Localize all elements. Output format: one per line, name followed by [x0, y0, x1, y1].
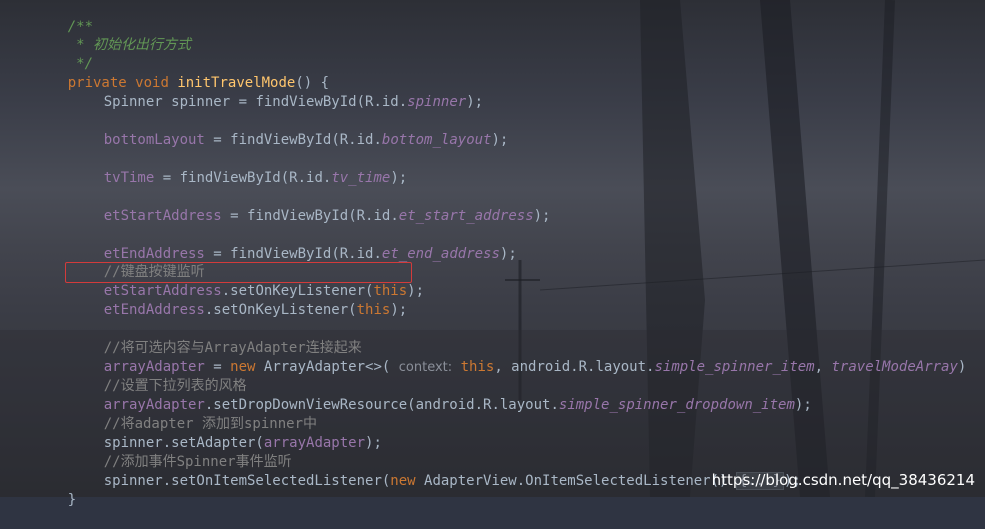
code-token: ); — [794, 397, 812, 413]
code-line-end-key-listener: etEndAddress.setOnKeyListener(this); — [70, 282, 407, 318]
resource-id: simple_spinner_dropdown_item — [558, 397, 795, 413]
code-token: ); — [466, 94, 484, 110]
method-close-brace: } — [34, 472, 76, 508]
resource-id: et_start_address — [398, 208, 534, 224]
code-line-array-adapter: arrayAdapter = new ArrayAdapter<>( conte… — [70, 339, 967, 375]
code-line-3: */ — [34, 36, 93, 72]
code-token: findViewById — [230, 246, 332, 262]
code-line-end-address: etEndAddress = findViewById(R.id.et_end_… — [70, 226, 517, 262]
code-editor[interactable]: /** * 初始化出行方式 */ private void initTravel… — [0, 0, 985, 508]
code-token: AdapterView.OnItemSelectedListener() — [415, 473, 736, 489]
code-line-set-adapter: spinner.setAdapter(arrayAdapter); — [70, 415, 382, 451]
resource-id: spinner — [407, 94, 467, 110]
parameter-hint: context: — [398, 360, 453, 375]
code-line-bottom-layout: bottomLayout = findViewById(R.id.bottom_… — [70, 112, 509, 148]
code-line-1: /** — [34, 0, 93, 35]
comment-event: //添加事件Spinner事件监听 — [70, 434, 292, 470]
red-highlight-box — [65, 262, 412, 283]
code-token: ); — [390, 170, 408, 186]
code-line-2: * 初始化出行方式 — [34, 17, 191, 53]
code-token: spinner.setOnItemSelectedListener( — [103, 473, 391, 489]
code-token: ) — [957, 359, 967, 375]
resource-id: tv_time — [331, 170, 391, 186]
code-token: findViewById — [179, 170, 281, 186]
comment-keyboard: //键盘按键监听 — [70, 244, 205, 280]
resource-id: et_end_address — [381, 246, 500, 262]
code-token: = — [154, 170, 180, 186]
field-name: bottomLayout — [103, 132, 205, 148]
field-name: tvTime — [103, 170, 155, 186]
code-token: (R.id. — [356, 94, 408, 110]
code-token: findViewById — [230, 132, 332, 148]
watermark-text: https://blog.csdn.net/qq_38436214 — [711, 471, 975, 489]
code-token: } — [67, 492, 77, 508]
code-token: .setOnKeyListener( — [204, 302, 357, 318]
code-token: , android.R.layout. — [494, 359, 655, 375]
comment-add: //将adapter 添加到spinner中 — [70, 396, 317, 432]
field-name: etStartAddress — [103, 208, 222, 224]
code-line-spinner: Spinner spinner = findViewById(R.id.spin… — [70, 74, 483, 110]
code-token: ); — [533, 208, 551, 224]
keyword-this: this — [356, 302, 391, 318]
code-token: (R.id. — [280, 170, 332, 186]
code-token: findViewById — [255, 94, 357, 110]
code-line-dropdown: arrayAdapter.setDropDownViewResource(and… — [70, 377, 812, 413]
code-line-start-address: etStartAddress = findViewById(R.id.et_st… — [70, 188, 551, 224]
code-token: (R.id. — [331, 132, 382, 148]
code-token: , — [814, 359, 832, 375]
code-line-tv-time: tvTime = findViewById(R.id.tv_time); — [70, 150, 407, 186]
code-token: ); — [491, 132, 509, 148]
code-token: ); — [365, 435, 382, 451]
code-token: ); — [390, 302, 408, 318]
field-name: travelModeArray — [831, 359, 958, 375]
code-line-item-listener: spinner.setOnItemSelectedListener(new Ad… — [70, 453, 801, 490]
code-token: (R.id. — [331, 246, 382, 262]
keyword-new: new — [390, 473, 416, 489]
resource-id: bottom_layout — [381, 132, 492, 148]
comment-connect: //将可选内容与ArrayAdapter连接起来 — [70, 320, 362, 356]
code-token: (R.id. — [348, 208, 399, 224]
code-token: ArrayAdapter<>( — [255, 359, 399, 375]
code-token: ); — [499, 246, 517, 262]
code-token: = — [204, 246, 231, 262]
code-token: Spinner spinner = — [103, 94, 256, 110]
method-signature: private void initTravelMode() { — [34, 55, 329, 91]
code-token: = — [221, 208, 248, 224]
code-token: findViewById — [247, 208, 349, 224]
field-name: etEndAddress — [103, 302, 205, 318]
resource-id: simple_spinner_item — [654, 359, 815, 375]
code-token: ); — [407, 283, 425, 299]
comment-style: //设置下拉列表的风格 — [70, 358, 247, 394]
keyword-this: this — [452, 359, 495, 375]
code-token: = — [204, 132, 231, 148]
